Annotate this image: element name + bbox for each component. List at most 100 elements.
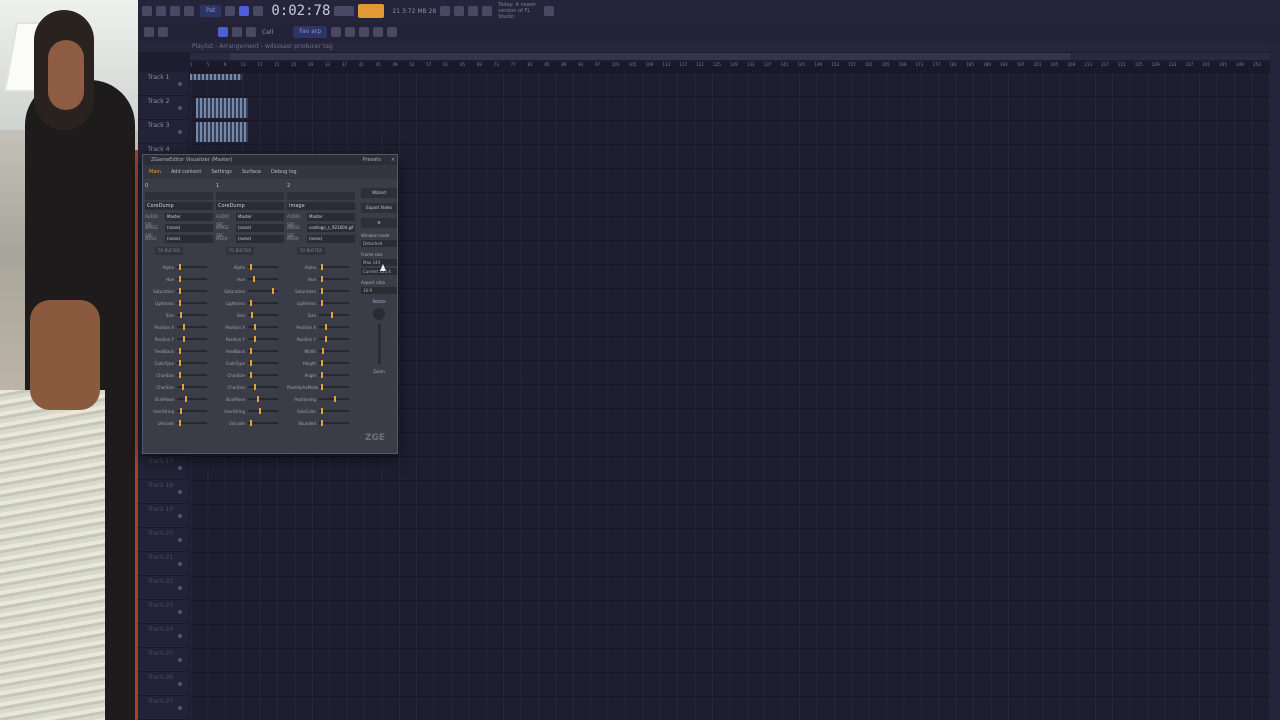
param-slider[interactable]: Alpha	[287, 261, 355, 273]
param-slider[interactable]: Position Y	[216, 333, 284, 345]
slider-track[interactable]	[319, 288, 349, 294]
slider-handle[interactable]	[249, 264, 252, 270]
param-slider[interactable]: Lightness	[287, 297, 355, 309]
slider-track[interactable]	[177, 312, 207, 318]
param-slider[interactable]: SkinMove	[216, 393, 284, 405]
track-mute-icon[interactable]	[178, 658, 182, 662]
image-source-select[interactable]: IMAGE SRC (none)	[216, 224, 284, 238]
slider-track[interactable]	[319, 300, 349, 306]
param-slider[interactable]: Width	[287, 345, 355, 357]
to-buffer-button[interactable]: TO BUFFER	[226, 247, 254, 255]
slider-handle[interactable]	[178, 420, 181, 426]
piano-roll-icon[interactable]	[468, 6, 479, 16]
slider-track[interactable]	[319, 360, 349, 366]
param-slider[interactable]: SoloColor	[287, 405, 355, 417]
slider-handle[interactable]	[320, 372, 323, 378]
slider-track[interactable]	[319, 408, 349, 414]
record-icon[interactable]	[184, 6, 194, 16]
slider-handle[interactable]	[178, 264, 181, 270]
param-slider[interactable]: Rounded	[287, 417, 355, 429]
rotate-knob[interactable]	[373, 308, 385, 320]
slider-track[interactable]	[248, 420, 278, 426]
track-header[interactable]: Track 17	[138, 456, 188, 480]
param-slider[interactable]: Position Y	[287, 333, 355, 345]
slider-handle[interactable]	[178, 276, 181, 282]
track-header[interactable]: Track 25	[138, 648, 188, 672]
slider-track[interactable]	[248, 372, 278, 378]
slider-track[interactable]	[177, 408, 207, 414]
slider-handle[interactable]	[325, 324, 327, 330]
wizard-button[interactable]: Wizard	[361, 188, 397, 198]
slider-track[interactable]	[319, 264, 349, 270]
slider-handle[interactable]	[254, 336, 256, 342]
param-slider[interactable]: Hue	[216, 273, 284, 285]
select-tool-icon[interactable]	[359, 27, 370, 37]
slip-tool-icon[interactable]	[331, 27, 342, 37]
param-slider[interactable]: Angle	[287, 369, 355, 381]
slider-track[interactable]	[177, 384, 207, 390]
slider-track[interactable]	[248, 276, 278, 282]
param-slider[interactable]: Lightness	[216, 297, 284, 309]
param-slider[interactable]: Unicode	[216, 417, 284, 429]
slider-track[interactable]	[177, 396, 207, 402]
timeline-ruler[interactable]: 1 5 9 13 17 21 25 29 33 37 41 45 49 53 57 61 65 69 73 77 81 8…	[190, 62, 1270, 72]
slider-track[interactable]	[248, 336, 278, 342]
slider-track[interactable]	[248, 300, 278, 306]
param-slider[interactable]: Size	[145, 309, 213, 321]
slider-track[interactable]	[177, 300, 207, 306]
slider-handle[interactable]	[320, 384, 323, 390]
slider-handle[interactable]	[320, 420, 323, 426]
track-header[interactable]: Track 1	[138, 72, 188, 96]
countdown-icon[interactable]	[253, 6, 264, 16]
track-mute-icon[interactable]	[178, 106, 182, 110]
time-display[interactable]: 0:02:78	[271, 3, 330, 19]
aspect-ratio-select[interactable]: 16:9	[361, 287, 397, 294]
track-mute-icon[interactable]	[178, 490, 182, 494]
track-mute-icon[interactable]	[178, 82, 182, 86]
image-source-select[interactable]: IMAGE SRC (none)	[145, 224, 213, 238]
track-mute-icon[interactable]	[178, 706, 182, 710]
param-slider[interactable]: Position X	[216, 321, 284, 333]
arrow-icon[interactable]	[158, 27, 168, 37]
slider-track[interactable]	[248, 384, 278, 390]
snap-select[interactable]: Cell	[262, 29, 273, 36]
slider-handle[interactable]	[320, 360, 323, 366]
to-buffer-button[interactable]: TO BUFFER	[155, 247, 183, 255]
param-slider[interactable]: CharSize	[145, 369, 213, 381]
export-video-button[interactable]: Export Video	[361, 203, 397, 213]
track-header[interactable]: Track 2	[138, 96, 188, 120]
slider-track[interactable]	[248, 324, 278, 330]
arp-select[interactable]: Fav arp	[293, 26, 328, 38]
track-mute-icon[interactable]	[178, 682, 182, 686]
param-slider[interactable]: CharSize	[216, 369, 284, 381]
slider-handle[interactable]	[272, 288, 274, 294]
slider-handle[interactable]	[178, 372, 181, 378]
slider-handle[interactable]	[178, 360, 181, 366]
track-header[interactable]: Track 22	[138, 576, 188, 600]
slider-track[interactable]	[248, 264, 278, 270]
channel-rack-icon[interactable]	[482, 6, 493, 16]
track-header[interactable]: Track 23	[138, 600, 188, 624]
layer-tool-icons[interactable]	[287, 192, 355, 200]
metronome-icon[interactable]	[225, 6, 236, 16]
track-mute-icon[interactable]	[178, 514, 182, 518]
track-header[interactable]: Track 18	[138, 480, 188, 504]
param-slider[interactable]: UserString	[145, 405, 213, 417]
param-slider[interactable]: UserString	[216, 405, 284, 417]
slider-track[interactable]	[319, 324, 349, 330]
track-header[interactable]: Track 24	[138, 624, 188, 648]
delete-tool-icon[interactable]	[246, 27, 256, 37]
slider-track[interactable]	[177, 372, 207, 378]
plugin-titlebar[interactable]: ZGameEditor Visualizer (Master) Presets …	[143, 155, 397, 165]
slider-handle[interactable]	[320, 408, 323, 414]
tab-surface[interactable]: Surface	[242, 169, 261, 175]
track-mute-icon[interactable]	[178, 634, 182, 638]
slider-handle[interactable]	[249, 420, 252, 426]
effect-select[interactable]: CoreDump	[216, 202, 284, 210]
slider-track[interactable]	[177, 264, 207, 270]
param-slider[interactable]: Size	[287, 309, 355, 321]
slider-handle[interactable]	[178, 348, 181, 354]
slider-track[interactable]	[248, 312, 278, 318]
slider-handle[interactable]	[183, 324, 185, 330]
close-icon[interactable]: ×	[389, 155, 397, 165]
